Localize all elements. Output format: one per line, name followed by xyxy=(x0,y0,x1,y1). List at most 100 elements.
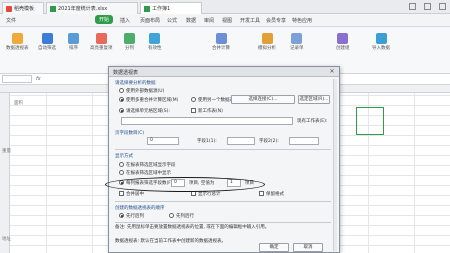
menu-bar: 文件 开始 插入 页面布局 公式 数据 审阅 视图 开发工具 会员专享 特色应用 xyxy=(0,14,450,27)
ribbon-label: 数据透视表 xyxy=(6,46,29,51)
cell-text: 面积 xyxy=(14,101,23,106)
field2-select[interactable] xyxy=(289,137,319,145)
label-row-total: 显示行总计 xyxy=(198,192,221,197)
title-bar: 稻壳模板 2021年度统计表.xlsx 工作簿1 xyxy=(0,0,450,14)
pivot-table-dialog: 数据透视表 ✕ 请选择要分析的数据 使用外部数据源(U) 使用多重合并计算区域(… xyxy=(108,66,340,253)
ribbon-label: 合并计算 xyxy=(212,46,230,51)
tab-label: 稻壳模板 xyxy=(14,6,35,12)
cell-text: 地址 xyxy=(2,237,11,242)
minimize-icon[interactable] xyxy=(409,3,416,10)
menu-file[interactable]: 文件 xyxy=(6,17,16,24)
maximize-icon[interactable] xyxy=(424,3,431,10)
split-column-button[interactable]: 分列 xyxy=(124,33,135,51)
split-column-icon xyxy=(124,33,135,44)
radio-layout-2[interactable] xyxy=(119,170,124,175)
dialog-scrollbar[interactable] xyxy=(333,79,337,251)
section-page-fields: 页字段数目(C) xyxy=(115,131,145,136)
radio-external[interactable] xyxy=(119,88,124,93)
label-layout-2: 在报表筛选区域中显示 xyxy=(126,171,171,176)
label-range: 请选择单元格区域(S): xyxy=(126,109,170,114)
radio-layout-1[interactable] xyxy=(119,162,124,167)
menu-page-layout[interactable]: 页面布局 xyxy=(140,17,160,24)
section-data-source: 请选择要分析的数据 xyxy=(115,81,156,86)
field1-select[interactable] xyxy=(227,137,255,145)
label-field1: 字段1(1): xyxy=(197,139,217,144)
label-multi: 使用多重合并计算区域(M) xyxy=(126,98,179,103)
label-field2: 字段2(2): xyxy=(259,139,279,144)
label-keep-format: 保留格式 xyxy=(266,192,284,197)
radio-other[interactable] xyxy=(191,97,196,102)
selected-cell[interactable] xyxy=(356,107,384,135)
checkbox-merge-center[interactable] xyxy=(119,191,124,196)
menu-special-apps[interactable]: 特色应用 xyxy=(292,17,312,24)
close-icon[interactable]: ✕ xyxy=(328,68,336,76)
radio-order-b[interactable] xyxy=(169,213,174,218)
label-order-b: 先列后行 xyxy=(176,214,194,219)
label-layout-1: 在报表筛选区域显示字段 xyxy=(126,163,176,168)
tab-workbook1[interactable]: 工作簿1 xyxy=(140,2,202,14)
filter-icon xyxy=(41,33,53,44)
simulation-icon xyxy=(261,33,273,44)
spreadsheet-icon xyxy=(144,5,150,12)
checkbox-keep-format[interactable] xyxy=(259,191,264,196)
sort-icon xyxy=(68,33,79,44)
dialog-note: 备注: 先用鼠标单击要放置数据透视表的位置, 或在下面的编辑框中输入引用。 xyxy=(115,225,270,230)
separator xyxy=(115,222,331,223)
tab-docer-templates[interactable]: 稻壳模板 xyxy=(2,2,44,14)
range-input[interactable] xyxy=(121,117,293,125)
separator xyxy=(115,201,331,202)
checkbox-new-sheet[interactable] xyxy=(191,108,196,113)
menu-review[interactable]: 审阅 xyxy=(204,17,214,24)
merge-button[interactable]: 合并计算 xyxy=(212,33,230,51)
ribbon-label: 排序 xyxy=(69,46,78,51)
label-new-sheet: 新工作表(N) xyxy=(198,109,223,114)
label-external: 使用外部数据源(U) xyxy=(126,89,165,94)
menu-developer[interactable]: 开发工具 xyxy=(240,17,260,24)
tab-label: 2021年度统计表.xlsx xyxy=(58,6,108,12)
cancel-button[interactable]: 取消 xyxy=(293,243,323,252)
name-box[interactable] xyxy=(2,75,32,83)
menu-member[interactable]: 会员专享 xyxy=(266,17,286,24)
radio-order-a[interactable] xyxy=(119,213,124,218)
function-icon[interactable]: fx xyxy=(36,76,41,82)
pivot-table-button[interactable]: 数据透视表 xyxy=(6,33,29,51)
select-connection-button[interactable]: 选择连接(C)... xyxy=(231,95,295,104)
dialog-title: 数据透视表 xyxy=(113,70,139,76)
simulation-button[interactable]: 模拟分析 xyxy=(258,33,276,51)
tab-label: 工作簿1 xyxy=(152,6,171,12)
wps-logo-icon xyxy=(6,5,12,12)
filter-button[interactable]: 自动筛选 xyxy=(38,33,56,51)
record-icon xyxy=(291,33,303,44)
select-range-button[interactable]: 选定区域(R)... xyxy=(298,95,330,104)
record-button[interactable]: 记录单 xyxy=(290,33,304,51)
pivot-table-icon xyxy=(11,33,23,44)
radio-multi[interactable] xyxy=(119,97,124,102)
page-fields-select[interactable]: 0 xyxy=(147,137,179,145)
ribbon-label: 导入数据 xyxy=(372,46,390,51)
radio-range[interactable] xyxy=(119,108,124,113)
menu-home[interactable]: 开始 xyxy=(95,15,114,24)
tab-statistics-workbook[interactable]: 2021年度统计表.xlsx xyxy=(46,2,138,14)
highlight-icon xyxy=(95,33,107,44)
spreadsheet-icon xyxy=(50,5,56,12)
close-icon[interactable] xyxy=(439,3,446,10)
validation-button[interactable]: 有效性 xyxy=(148,33,162,51)
ok-button[interactable]: 确定 xyxy=(259,243,289,252)
label-existing: 现有工作表(E): xyxy=(297,119,328,124)
validation-icon xyxy=(149,33,161,44)
label-order-a: 先行后列 xyxy=(126,214,144,219)
group-icon xyxy=(337,33,349,44)
dialog-note-2: 数据透视表: 默认在当前工作表中创建新的数据透视表。 xyxy=(115,239,226,244)
import-data-button[interactable]: 导入数据 xyxy=(372,33,390,51)
separator xyxy=(115,149,331,150)
group-button[interactable]: 创建组 xyxy=(336,33,350,51)
menu-formulas[interactable]: 公式 xyxy=(167,17,177,24)
ribbon-label: 高亮重复项 xyxy=(90,46,113,51)
highlight-button[interactable]: 高亮重复项 xyxy=(90,33,113,51)
menu-data[interactable]: 数据 xyxy=(186,17,196,24)
menu-insert[interactable]: 插入 xyxy=(120,17,130,24)
section-layout: 显示方式 xyxy=(115,154,133,159)
ribbon-label: 有效性 xyxy=(148,46,162,51)
menu-view[interactable]: 视图 xyxy=(222,17,232,24)
sort-button[interactable]: 排序 xyxy=(68,33,79,51)
